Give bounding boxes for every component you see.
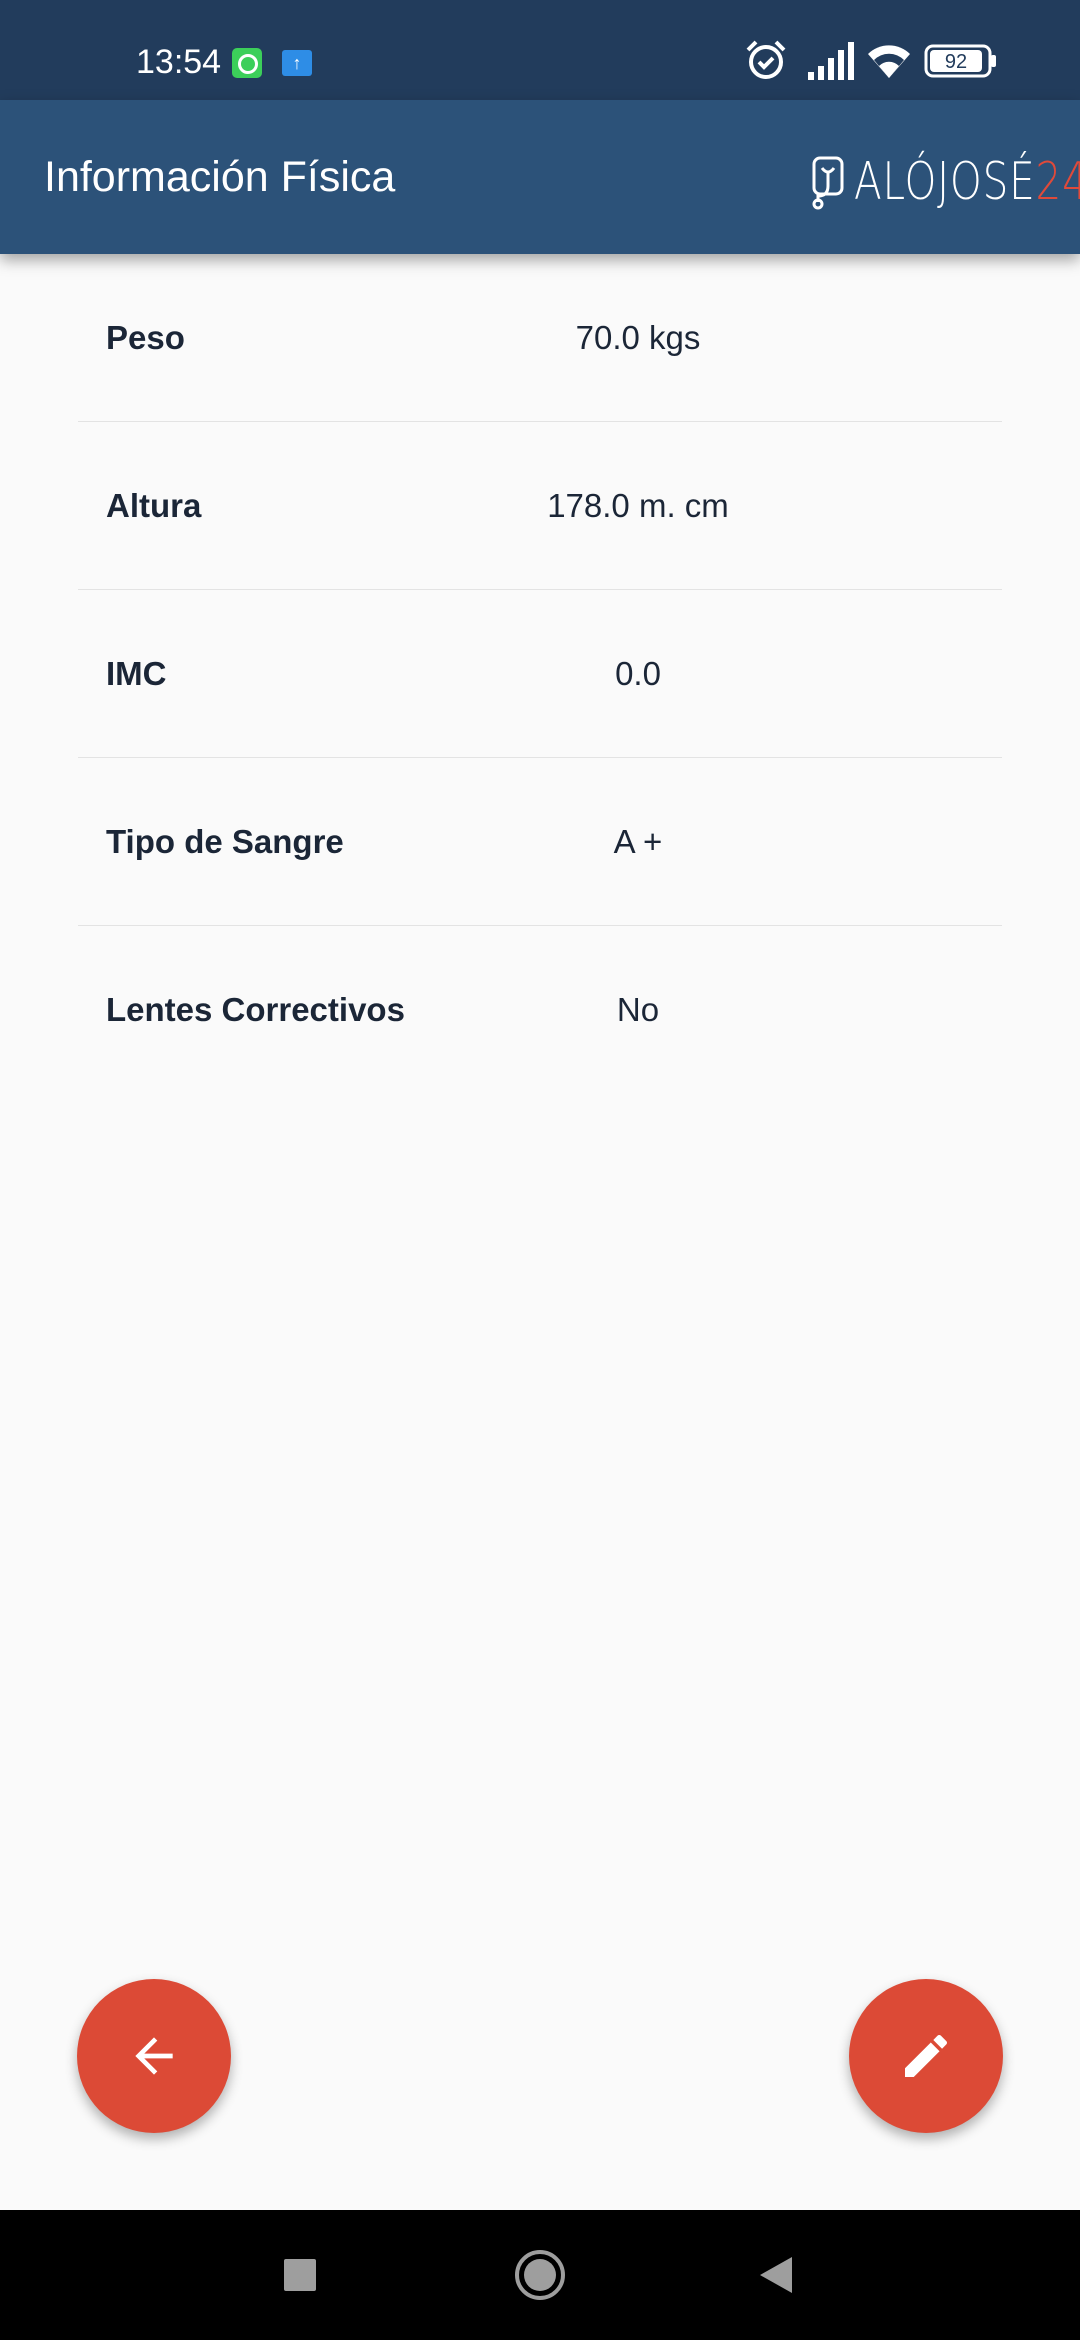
list-item-lentes-correctivos: Lentes Correctivos No — [78, 926, 1002, 1094]
brand-text-main: ALÓJOSÉ — [854, 152, 1036, 212]
home-icon — [515, 2250, 565, 2300]
alarm-icon — [746, 40, 786, 79]
wifi-icon — [868, 45, 910, 78]
system-nav-bar — [0, 2210, 1080, 2340]
row-value: A + — [613, 822, 663, 860]
back-icon — [760, 2257, 792, 2293]
stethoscope-icon — [812, 156, 844, 210]
signal-icon — [808, 42, 854, 80]
arrow-left-icon — [135, 2037, 173, 2075]
row-value: No — [616, 991, 660, 1028]
brand-text-accent: 24 — [1035, 152, 1080, 212]
recents-icon — [284, 2259, 316, 2291]
row-label: Tipo de Sangre — [106, 822, 344, 860]
row-label: Altura — [106, 486, 202, 524]
list-item-tipo-sangre: Tipo de Sangre A + — [78, 758, 1002, 926]
home-button[interactable] — [480, 2210, 600, 2340]
row-label: Peso — [106, 318, 185, 356]
upload-icon: ↑ — [282, 50, 312, 76]
nav-back-button[interactable] — [716, 2210, 836, 2340]
edit-button[interactable] — [849, 1979, 1003, 2133]
row-value: 0.0 — [615, 654, 661, 692]
page-title: Información Física — [44, 153, 396, 201]
row-value: 178.0 m. cm — [547, 486, 729, 524]
recents-button[interactable] — [240, 2210, 360, 2340]
app-bar: Información Física ALÓJOSÉ24 — [0, 100, 1080, 254]
list-item-altura: Altura 178.0 m. cm — [78, 422, 1002, 590]
row-value: 70.0 kgs — [575, 318, 701, 356]
row-label: IMC — [106, 654, 167, 692]
list-item-imc: IMC 0.0 — [78, 590, 1002, 758]
whatsapp-icon — [232, 48, 262, 78]
status-time: 13:54 — [136, 43, 222, 81]
status-bar: 13:54 ↑ 92 — [0, 0, 1080, 100]
row-label: Lentes Correctivos — [106, 991, 405, 1028]
battery-icon: 92 — [924, 44, 996, 78]
pencil-icon — [905, 2034, 948, 2077]
battery-level: 92 — [945, 51, 967, 73]
brand-text: ALÓJOSÉ24 — [854, 152, 1080, 212]
list-item-peso: Peso 70.0 kgs — [78, 254, 1002, 422]
back-button[interactable] — [77, 1979, 231, 2133]
brand-logo: ALÓJOSÉ24 — [808, 152, 1080, 212]
